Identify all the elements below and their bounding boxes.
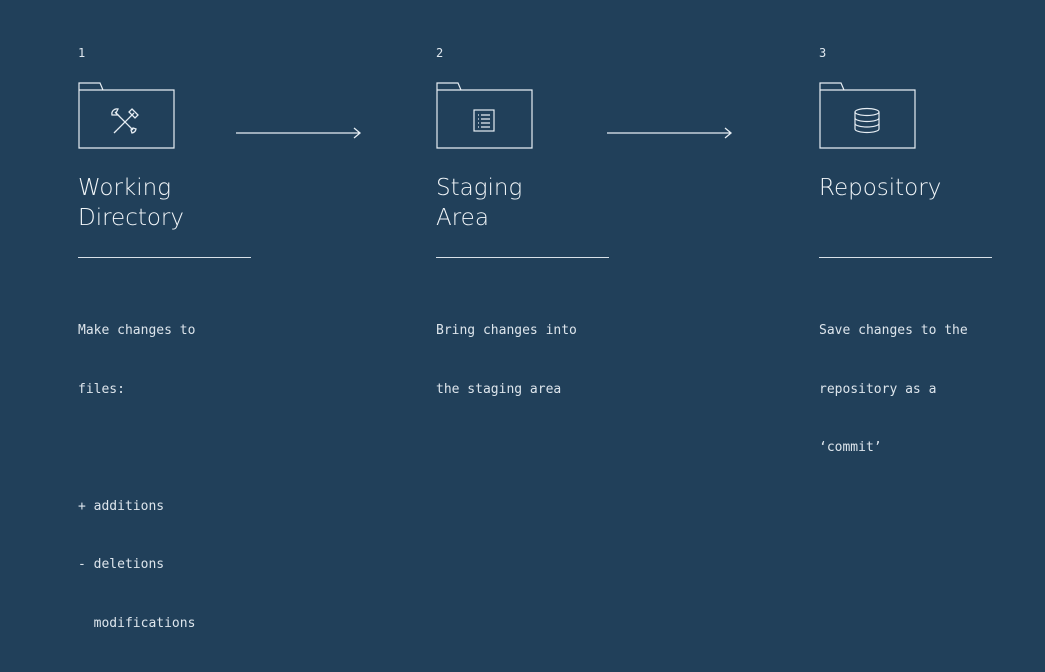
step-number: 2	[436, 46, 444, 60]
tools-icon	[111, 108, 139, 134]
step-description: Bring changes into the staging area	[436, 323, 577, 397]
step-description: Make changes to files: + additions - del…	[78, 323, 196, 631]
arrow-right-icon	[607, 127, 733, 139]
step-title: Staging Area	[436, 175, 523, 231]
step-number: 3	[819, 46, 827, 60]
folder-icon	[819, 82, 916, 149]
step-description: Save changes to the repository as a ‘com…	[819, 323, 968, 455]
arrow-right-icon	[236, 127, 362, 139]
divider	[436, 257, 609, 258]
list-document-icon	[473, 109, 495, 132]
divider	[78, 257, 251, 258]
step-title: Working Directory	[78, 175, 185, 231]
database-icon	[854, 107, 880, 134]
divider	[819, 257, 992, 258]
step-title: Repository	[819, 175, 942, 201]
step-number: 1	[78, 46, 86, 60]
folder-icon	[78, 82, 175, 149]
folder-icon	[436, 82, 533, 149]
